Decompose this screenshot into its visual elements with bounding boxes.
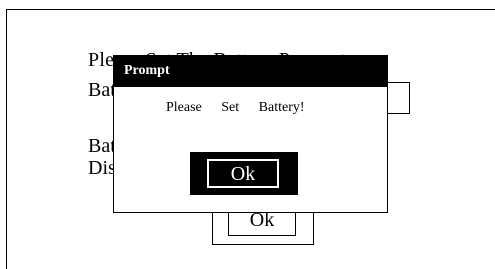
prompt-ok-button-label: Ok: [207, 159, 279, 188]
prompt-ok-button[interactable]: Ok: [190, 152, 298, 195]
prompt-dialog-message: Please Set Battery!: [166, 100, 321, 116]
prompt-dialog-header: Prompt: [114, 56, 387, 87]
message-word: Battery!: [258, 100, 305, 115]
prompt-dialog: Prompt Please Set Battery! Ok: [113, 55, 388, 213]
window-frame-top: [6, 9, 495, 10]
message-word: Set: [221, 100, 240, 115]
message-word: Please: [166, 100, 202, 115]
window-frame-left: [6, 9, 7, 269]
prompt-dialog-title: Prompt: [124, 63, 170, 78]
